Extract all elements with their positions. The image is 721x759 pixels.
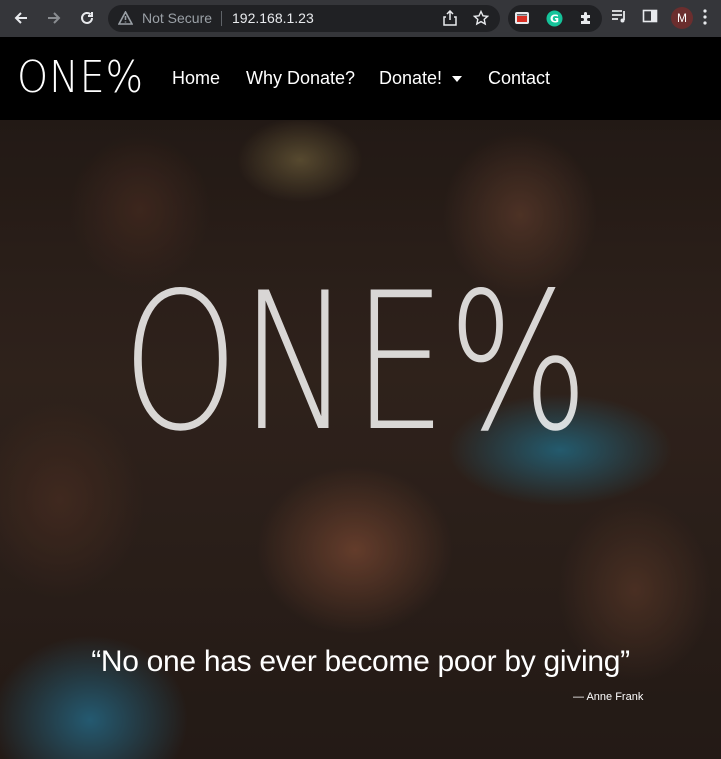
security-label[interactable]: Not Secure [142, 10, 212, 26]
back-icon[interactable] [10, 7, 32, 29]
svg-text:G: G [550, 13, 559, 26]
forward-icon[interactable] [43, 7, 65, 29]
kebab-menu-icon[interactable] [703, 9, 707, 30]
address-bar[interactable]: Not Secure 192.168.1.23 [108, 5, 500, 32]
nav-home-link[interactable]: Home [172, 68, 220, 89]
hero-banner: ONE% “No one has ever become poor by giv… [0, 120, 721, 759]
side-panel-icon[interactable] [642, 8, 658, 29]
puzzle-icon[interactable] [578, 10, 594, 31]
site-logo[interactable]: ONE% [17, 54, 144, 102]
caret-down-icon [452, 76, 463, 83]
divider [221, 11, 222, 26]
nav-why-donate-link[interactable]: Why Donate? [246, 68, 355, 89]
reload-icon[interactable] [76, 7, 98, 29]
quote-author: — Anne Frank [573, 691, 644, 703]
hero-quote: “No one has ever become poor by giving” [91, 645, 630, 678]
warning-triangle-icon[interactable] [117, 10, 134, 30]
nav-donate-dropdown[interactable]: Donate! [379, 68, 463, 89]
nav-contact-link[interactable]: Contact [488, 68, 550, 89]
star-icon[interactable] [472, 9, 490, 31]
browser-toolbar: Not Secure 192.168.1.23 G M [0, 0, 721, 37]
ext-window-icon[interactable] [514, 10, 530, 31]
extensions-group: G [508, 5, 602, 32]
share-icon[interactable] [443, 9, 457, 31]
nav-donate-label: Donate! [379, 68, 443, 88]
site-navbar: ONE% Home Why Donate? Donate! Contact [0, 37, 721, 120]
grammarly-icon[interactable]: G [546, 10, 563, 32]
media-queue-icon[interactable] [611, 8, 628, 30]
hero-logo: ONE% [122, 252, 591, 473]
avatar[interactable]: M [671, 7, 693, 29]
url-text[interactable]: 192.168.1.23 [232, 10, 314, 26]
